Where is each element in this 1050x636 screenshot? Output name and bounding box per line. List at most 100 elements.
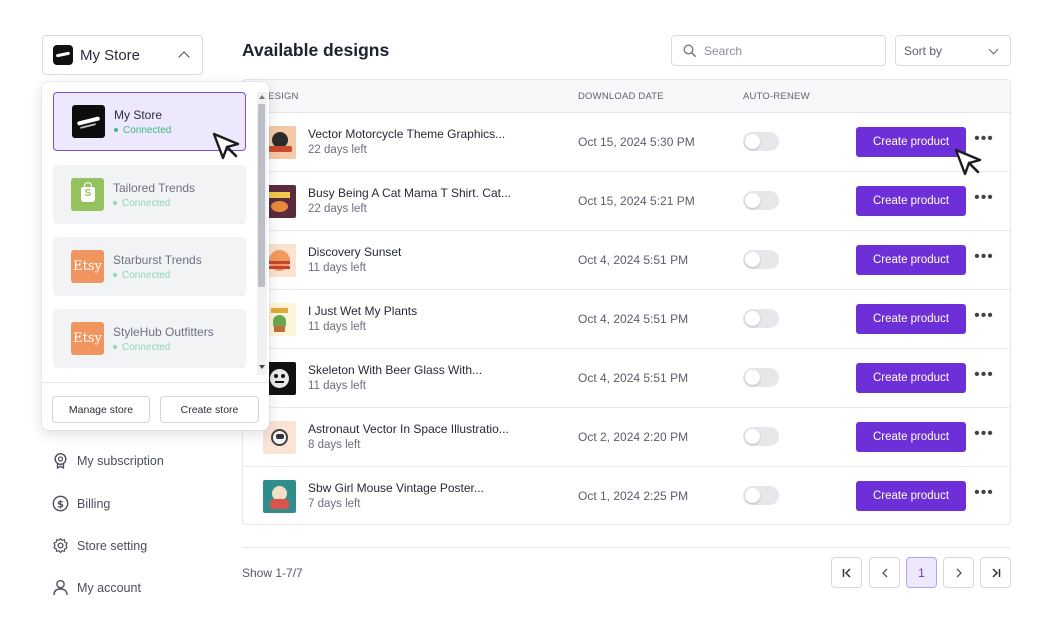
more-options-icon[interactable]: ••• [974,485,994,506]
column-header-download-date: DOWNLOAD DATE [578,91,664,102]
design-title: Discovery Sunset [308,245,402,259]
last-page-icon [991,567,1000,578]
search-box[interactable] [671,35,886,66]
more-options-icon[interactable]: ••• [974,426,994,447]
create-product-button[interactable]: Create product [856,304,966,334]
status-dot-icon [113,201,117,205]
manage-store-button[interactable]: Manage store [52,396,150,423]
status-dot-icon [113,345,117,349]
more-options-icon[interactable]: ••• [974,190,994,211]
store-name: Tailored Trends [113,180,196,195]
design-title: Skeleton With Beer Glass With... [308,363,483,377]
dollar-icon: $ [52,495,69,512]
download-date: Oct 4, 2024 5:51 PM [578,312,689,326]
first-page-button[interactable] [831,557,862,588]
store-name: StyleHub Outfitters [113,324,214,339]
page-button-current[interactable]: 1 [906,557,937,588]
column-header-auto-renew: AUTO-RENEW [743,91,810,102]
status-dot-icon [113,273,117,277]
auto-renew-toggle[interactable] [743,132,779,151]
table-row: I Just Wet My Plants 11 days left Oct 4,… [243,290,1010,349]
create-product-button[interactable]: Create product [856,127,966,157]
sidebar-item-billing[interactable]: $ Billing [52,495,110,512]
auto-renew-toggle[interactable] [743,250,779,269]
auto-renew-toggle[interactable] [743,368,779,387]
create-product-button[interactable]: Create product [856,422,966,452]
store-name: My Store [114,107,163,122]
store-status: Connected [113,198,195,209]
sidebar-item-my-account[interactable]: My account [52,579,141,596]
user-icon [53,579,68,596]
svg-text:$: $ [57,499,64,510]
more-options-icon[interactable]: ••• [974,367,994,388]
store-item-starburst-trends[interactable]: Etsy Starburst Trends Connected [53,237,246,296]
sidebar-item-label: My subscription [77,453,164,468]
days-left: 8 days left [308,439,361,451]
sidebar-item-store-setting[interactable]: Store setting [52,537,147,554]
chevron-left-icon [881,568,887,577]
chevron-right-icon [956,568,962,577]
table-row: Skeleton With Beer Glass With... 11 days… [243,349,1010,408]
gear-icon [53,537,68,554]
shopify-icon [71,178,104,211]
store-selector-label: My Store [80,46,141,64]
days-left: 22 days left [308,203,367,215]
auto-renew-toggle[interactable] [743,191,779,210]
download-date: Oct 2, 2024 2:20 PM [578,430,689,444]
create-product-button[interactable]: Create product [856,363,966,393]
table-row: Astronaut Vector In Space Illustratio...… [243,408,1010,467]
store-logo-icon [53,45,73,65]
design-title: Astronaut Vector In Space Illustratio... [308,422,509,436]
table-row: Vector Motorcycle Theme Graphics... 22 d… [243,113,1010,172]
results-count: Show 1-7/7 [242,566,303,580]
store-status: Connected [113,342,214,353]
store-name: Starburst Trends [113,252,202,267]
design-title: Busy Being A Cat Mama T Shirt. Cat... [308,186,511,200]
scroll-thumb[interactable] [258,104,265,287]
download-date: Oct 4, 2024 5:51 PM [578,253,689,267]
design-title: Vector Motorcycle Theme Graphics... [308,127,506,141]
sidebar-item-label: My account [77,580,141,595]
create-product-button[interactable]: Create product [856,481,966,511]
days-left: 11 days left [308,380,366,392]
store-item-stylehub-outfitters[interactable]: Etsy StyleHub Outfitters Connected [53,309,246,368]
prev-page-button[interactable] [869,557,900,588]
store-list-scrollbar[interactable] [257,92,267,375]
create-product-button[interactable]: Create product [856,245,966,275]
table-header: DESIGN DOWNLOAD DATE AUTO-RENEW [243,80,1010,113]
table-row: Busy Being A Cat Mama T Shirt. Cat... 22… [243,172,1010,231]
sidebar-item-my-subscription[interactable]: My subscription [52,452,164,469]
table-row: Discovery Sunset 11 days left Oct 4, 202… [243,231,1010,290]
search-input[interactable] [704,43,874,58]
sort-dropdown[interactable]: Sort by [895,35,1011,66]
sort-label: Sort by [904,43,943,58]
next-page-button[interactable] [943,557,974,588]
last-page-button[interactable] [980,557,1011,588]
auto-renew-toggle[interactable] [743,427,779,446]
days-left: 11 days left [308,321,366,333]
status-dot-icon [114,128,118,132]
scroll-down-icon[interactable] [259,365,265,369]
download-date: Oct 1, 2024 2:25 PM [578,489,689,503]
auto-renew-toggle[interactable] [743,309,779,328]
more-options-icon[interactable]: ••• [974,308,994,329]
store-status: Connected [113,270,202,281]
create-store-button[interactable]: Create store [160,396,259,423]
store-status: Connected [114,125,171,136]
chevron-down-icon [988,44,999,55]
first-page-icon [842,567,851,578]
table-row: Sbw Girl Mouse Vintage Poster... 7 days … [243,467,1010,526]
pagination-divider [242,547,1011,548]
mouse-cursor-icon [954,148,982,176]
design-title: I Just Wet My Plants [308,304,418,318]
auto-renew-toggle[interactable] [743,486,779,505]
download-date: Oct 15, 2024 5:30 PM [578,135,695,149]
store-selector[interactable]: My Store [42,35,203,75]
create-product-button[interactable]: Create product [856,186,966,216]
more-options-icon[interactable]: ••• [974,249,994,270]
mouse-cursor-icon [212,132,240,160]
designs-table: DESIGN DOWNLOAD DATE AUTO-RENEW Vector M… [242,79,1011,525]
scroll-up-icon[interactable] [259,95,265,99]
store-item-tailored-trends[interactable]: Tailored Trends Connected [53,165,246,224]
days-left: 22 days left [308,144,367,156]
